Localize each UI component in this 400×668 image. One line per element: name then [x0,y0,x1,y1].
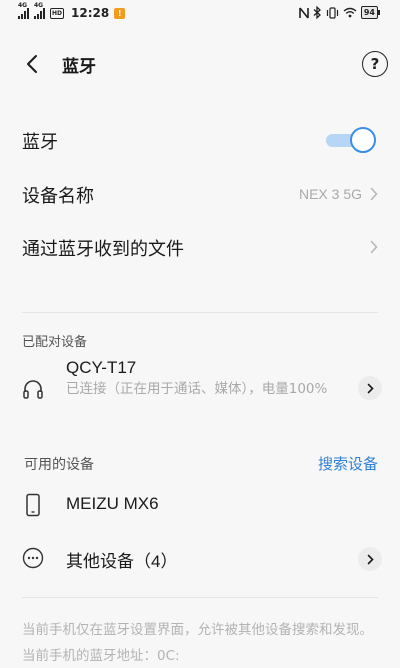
clock: 12:28 [71,6,110,20]
signal-icon: 4G [18,2,29,19]
status-bar-left: 4G 4G HD 12:28 ! [18,2,126,20]
received-files-row[interactable]: 通过蓝牙收到的文件 [0,233,400,263]
phone-icon [20,492,46,518]
signal-type-label-2: 4G [34,2,44,9]
footer-divider [22,597,378,598]
bluetooth-label: 蓝牙 [22,132,58,153]
available-devices-title: 可用的设备 [24,457,94,473]
battery-icon: 94 [360,6,381,19]
available-device-name: MEIZU MX6 [66,494,159,513]
device-name-row[interactable]: 设备名称 NEX 3 5G [0,180,400,210]
chevron-right-icon [367,554,374,564]
chevron-left-icon [27,55,37,73]
chevron-right-icon [367,383,374,393]
status-bar: 4G 4G HD 12:28 ! 94 [0,0,400,30]
received-files-label: 通过蓝牙收到的文件 [22,239,184,260]
paired-device-name: QCY-T17 [66,358,137,377]
signal-icon-2: 4G [34,2,45,19]
page-title: 蓝牙 [62,57,96,77]
paired-device-status: 已连接（正在用于通话、媒体），电量100% [66,381,328,397]
device-name-label: 设备名称 [22,186,94,207]
available-devices-header: 可用的设备 搜索设备 [0,452,400,476]
status-bar-right: 94 [299,6,381,19]
other-devices-row[interactable]: 其他设备（4） [0,543,400,575]
headphones-icon [20,376,46,402]
help-button[interactable]: ? [362,51,388,77]
bluetooth-toggle-row[interactable]: 蓝牙 [0,126,400,156]
section-divider [22,312,378,313]
paired-device-row[interactable]: QCY-T17 已连接（正在用于通话、媒体），电量100% [0,356,400,422]
nfc-icon [299,7,309,18]
wifi-icon [343,7,357,18]
paired-device-detail-button[interactable] [358,376,382,400]
other-devices-label: 其他设备（4） [66,552,178,571]
notification-icon: ! [114,7,126,19]
bluetooth-toggle[interactable] [324,126,378,154]
bluetooth-status-icon [313,6,321,19]
chevron-right-icon [370,187,378,201]
search-devices-button[interactable]: 搜索设备 [318,453,378,474]
bluetooth-settings-screen: 4G 4G HD 12:28 ! 94 蓝牙 ? 蓝牙 设备名称 NEX 3 5… [0,0,400,668]
hd-icon: HD [50,7,65,19]
more-icon [20,545,46,571]
available-device-row[interactable]: MEIZU MX6 [0,490,400,522]
toggle-knob [350,127,376,153]
vibrate-icon [326,6,338,19]
discoverability-note: 当前手机仅在蓝牙设置界面，允许被其他设备搜索和发现。当前手机的蓝牙地址：0C: [22,622,373,664]
device-name-value: NEX 3 5G [298,186,362,202]
paired-devices-title: 已配对设备 [22,335,88,350]
question-icon: ? [370,55,380,73]
app-header: 蓝牙 ? [0,40,400,88]
signal-type-label: 4G [18,2,28,9]
chevron-right-icon [370,240,378,254]
back-button[interactable] [18,50,46,78]
other-devices-detail-button[interactable] [358,547,382,571]
